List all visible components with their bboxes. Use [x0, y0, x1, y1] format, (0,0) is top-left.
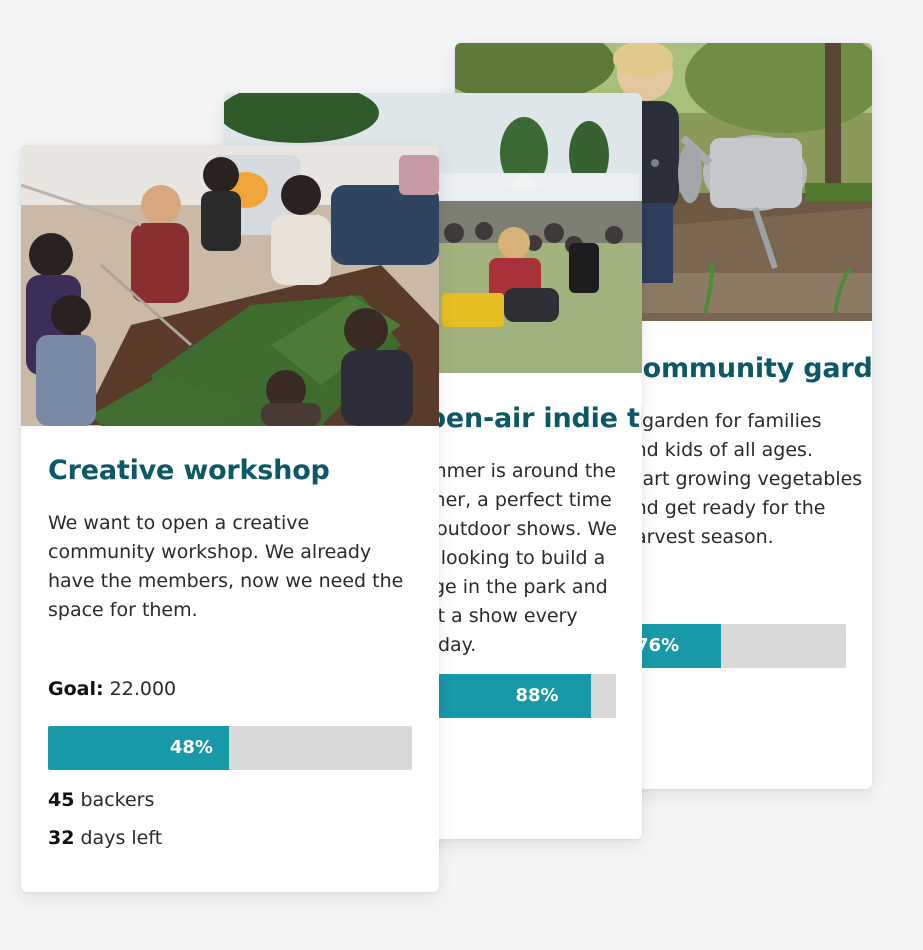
progress-bar: 48% [48, 726, 412, 770]
card-photo [21, 145, 439, 426]
goal-value: 22.000 [109, 678, 177, 700]
days-count: 32 [48, 827, 75, 849]
card-title: Open-air indie theater [404, 403, 642, 434]
progress-percent: 48% [169, 737, 213, 758]
goal-label: Goal: [48, 678, 104, 700]
card-description: A garden for families and kids of all ag… [623, 410, 863, 548]
goal-stat: Goal: 22.000 [48, 678, 176, 700]
workshop-photo-illustration [21, 145, 439, 426]
card-description: We want to open a creative community wor… [48, 512, 404, 621]
backers-label: backers [80, 789, 155, 811]
card-title: Creative workshop [48, 455, 330, 486]
project-card-creative-workshop[interactable]: Creative workshop We want to open a crea… [21, 145, 439, 892]
backers-count: 45 [48, 789, 75, 811]
days-label: days left [80, 827, 163, 849]
progress-bar: 76% [623, 624, 846, 668]
card-title: Community garden [623, 353, 872, 384]
backers-stat: 45 backers [48, 789, 154, 811]
days-left-stat: 32 days left [48, 827, 162, 849]
